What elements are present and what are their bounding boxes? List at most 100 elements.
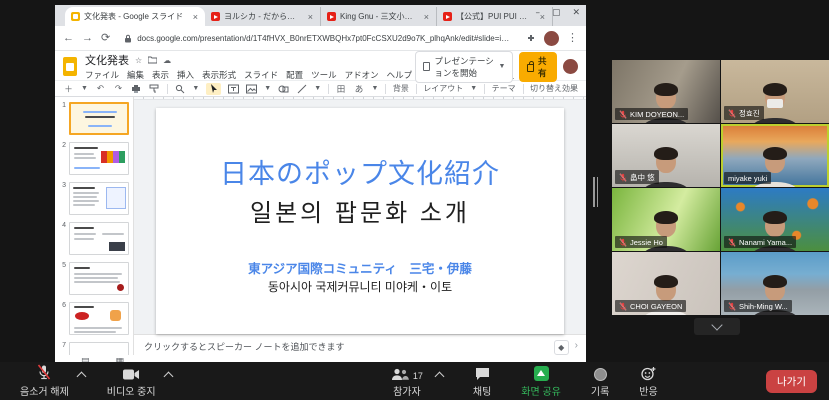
video-tile-jessie-ho[interactable]: Jessie Ho: [612, 188, 720, 251]
filmstrip-slide-4[interactable]: 4: [59, 222, 130, 255]
insert-line-caret-icon[interactable]: ▼: [314, 85, 321, 92]
slide-title-japanese[interactable]: 日本のポップ文化紹介: [156, 108, 564, 191]
audio-options-chevron-icon[interactable]: [76, 371, 86, 381]
tab-close-icon[interactable]: ×: [423, 12, 430, 22]
menu-arrange[interactable]: 配置: [286, 69, 303, 81]
theme-button[interactable]: テーマ: [492, 83, 516, 94]
insert-table-button[interactable]: 田: [336, 83, 347, 95]
video-tile-nanami-yama[interactable]: Nanami Yama...: [721, 188, 829, 251]
slide-subtitle-japanese[interactable]: 東アジア国際コミュニティ 三宅・伊藤: [156, 258, 564, 277]
filmstrip-slide-1[interactable]: 1: [59, 102, 130, 135]
slide-thumbnail[interactable]: [69, 302, 129, 335]
leave-meeting-button[interactable]: 나가기: [766, 370, 817, 393]
menu-insert[interactable]: 挿入: [177, 69, 194, 81]
reload-icon[interactable]: ⟳: [101, 33, 110, 44]
video-tile-choi-gayeon[interactable]: CHOI GAYEON: [612, 252, 720, 315]
menu-slide[interactable]: スライド: [244, 69, 278, 81]
browser-profile-avatar[interactable]: [544, 31, 559, 46]
star-icon[interactable]: ☆: [135, 56, 142, 65]
tab-close-icon[interactable]: ×: [192, 12, 199, 22]
insert-line-button[interactable]: [296, 83, 307, 95]
menu-view[interactable]: 表示: [152, 69, 169, 81]
minimize-button[interactable]: –: [535, 8, 540, 18]
participants-button[interactable]: 17 참가자: [387, 365, 427, 398]
move-folder-icon[interactable]: [148, 56, 157, 64]
undo-button[interactable]: ↶: [95, 83, 106, 95]
share-screen-button[interactable]: 화면 공유: [517, 365, 565, 398]
filmstrip-slide-6[interactable]: 6: [59, 302, 130, 335]
slides-account-avatar[interactable]: [563, 59, 578, 74]
document-title[interactable]: 文化発表: [85, 52, 129, 68]
tab-youtube-kinggnu[interactable]: King Gnu - 三文小説 - YouTube ×: [321, 7, 437, 26]
video-tile-miyake-yuki-active-speaker[interactable]: miyake yuki: [721, 124, 829, 187]
record-button[interactable]: 기록: [587, 365, 613, 398]
slide-thumbnail[interactable]: [69, 142, 129, 175]
video-tile-jeong-hyojin[interactable]: 정효진: [721, 60, 829, 123]
slide-thumbnail[interactable]: [69, 342, 129, 355]
slide-title-korean[interactable]: 일본의 팝문화 소개: [156, 193, 564, 228]
text-format-caret-icon[interactable]: ▼: [372, 85, 379, 92]
start-presentation-button[interactable]: プレゼンテーションを開始 ▼: [415, 51, 513, 83]
tab-close-icon[interactable]: ×: [307, 12, 314, 22]
participants-chevron-icon[interactable]: [434, 371, 444, 381]
layout-button[interactable]: レイアウト: [423, 83, 463, 94]
close-button[interactable]: ✕: [572, 8, 580, 18]
share-button[interactable]: 共有: [519, 52, 557, 82]
redo-button[interactable]: ↷: [113, 83, 124, 95]
notes-expand-chevron-icon[interactable]: ›: [575, 340, 578, 351]
video-tile-hatanaka[interactable]: 畠中 悠: [612, 124, 720, 187]
zoom-tool-caret-icon[interactable]: ▼: [192, 85, 199, 92]
slide-thumbnail[interactable]: [69, 102, 129, 135]
menu-file[interactable]: ファイル: [85, 69, 119, 81]
paint-format-button[interactable]: [149, 83, 160, 95]
menu-tools[interactable]: ツール: [311, 69, 337, 81]
print-button[interactable]: [131, 83, 142, 95]
chat-button[interactable]: 채팅: [469, 365, 495, 398]
slide-thumbnail[interactable]: [69, 222, 129, 255]
background-button[interactable]: 背景: [393, 83, 409, 94]
filmstrip-slide-5[interactable]: 5: [59, 262, 130, 295]
stop-video-button[interactable]: 비디오 중지: [103, 365, 160, 398]
transition-button[interactable]: 切り替え効果: [530, 83, 578, 94]
new-slide-button[interactable]: ＋: [63, 83, 74, 95]
video-tile-shih-ming[interactable]: Shih-Ming W...: [721, 252, 829, 315]
restore-button[interactable]: ▢: [552, 8, 561, 18]
speaker-notes[interactable]: クリックするとスピーカー ノートを追加できます ◆ ›: [134, 334, 586, 355]
menu-format[interactable]: 表示形式: [202, 69, 236, 81]
new-slide-caret-icon[interactable]: ▼: [81, 85, 88, 92]
unmute-button[interactable]: 음소거 해제: [16, 365, 73, 398]
tab-youtube-yorushika[interactable]: ヨルシカ - だから僕は音楽を辞めた ×: [205, 7, 321, 26]
google-slides-logo[interactable]: [63, 57, 77, 76]
layout-caret-icon[interactable]: ▼: [470, 85, 477, 92]
filmstrip-slide-7[interactable]: 7: [59, 342, 130, 355]
video-options-chevron-icon[interactable]: [163, 371, 173, 381]
menu-help[interactable]: ヘルプ: [387, 69, 413, 81]
insert-image-caret-icon[interactable]: ▼: [264, 85, 271, 92]
select-tool-button[interactable]: [206, 83, 221, 95]
text-format-button[interactable]: あ: [354, 83, 365, 95]
menu-addons[interactable]: アドオン: [345, 69, 379, 81]
extensions-puzzle-icon[interactable]: [526, 33, 536, 43]
reactions-button[interactable]: 반응: [635, 365, 661, 398]
filmstrip-slide-2[interactable]: 2: [59, 142, 130, 175]
current-slide[interactable]: 日本のポップ文化紹介 일본의 팝문화 소개 東アジア国際コミュニティ 三宅・伊藤…: [156, 108, 564, 334]
panel-resize-handle[interactable]: [593, 177, 600, 207]
text-box-button[interactable]: [228, 83, 239, 95]
scroll-videos-down-button[interactable]: [694, 318, 740, 335]
insert-shape-button[interactable]: [278, 83, 289, 95]
back-icon[interactable]: ←: [63, 33, 74, 44]
video-tile-kim-doyeon[interactable]: KIM DOYEON...: [612, 60, 720, 123]
present-options-caret-icon[interactable]: ▼: [499, 63, 506, 70]
slide-thumbnail[interactable]: [69, 182, 129, 215]
slide-canvas[interactable]: 日本のポップ文化紹介 일본의 팝문화 소개 東アジア国際コミュニティ 三宅・伊藤…: [134, 100, 586, 334]
address-bar[interactable]: docs.google.com/presentation/d/1T4fHVX_B…: [118, 32, 518, 45]
zoom-tool-button[interactable]: [174, 83, 185, 95]
tab-slides[interactable]: 文化発表 - Google スライド ×: [65, 7, 205, 26]
browser-menu-kebab-icon[interactable]: ⋮: [567, 33, 578, 44]
filmstrip-slide-3[interactable]: 3: [59, 182, 130, 215]
slide-thumbnail[interactable]: [69, 262, 129, 295]
menu-edit[interactable]: 編集: [127, 69, 144, 81]
slide-subtitle-korean[interactable]: 동아시아 국제커뮤니티 미야케・이토: [156, 278, 564, 295]
explore-button[interactable]: ◆: [554, 340, 569, 355]
insert-image-button[interactable]: [246, 83, 257, 95]
